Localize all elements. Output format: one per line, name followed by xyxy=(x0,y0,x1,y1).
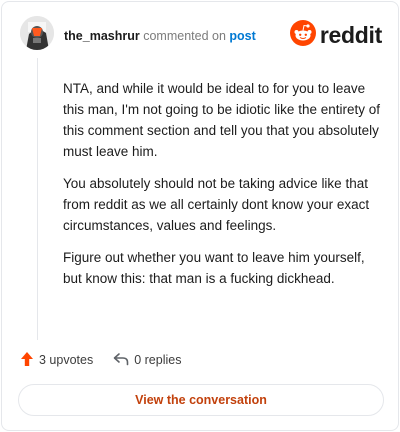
reddit-wordmark: reddit xyxy=(319,21,382,48)
reddit-logo-icon xyxy=(289,19,316,51)
upvote-arrow-icon xyxy=(20,351,34,370)
upvote-button[interactable]: 3 upvotes xyxy=(20,351,93,370)
commented-on-text: commented on xyxy=(143,29,226,43)
replies-count: 0 replies xyxy=(134,353,182,367)
author-line: the_mashrur commented on post xyxy=(64,28,256,44)
post-link[interactable]: post xyxy=(229,29,255,43)
view-conversation-button[interactable]: View the conversation xyxy=(18,384,384,416)
thread-line xyxy=(37,58,38,340)
comment-paragraph: Figure out whether you want to leave him… xyxy=(63,250,365,286)
comment-actions: 3 upvotes 0 replies xyxy=(20,350,181,370)
comment-paragraph: You absolutely should not be taking advi… xyxy=(63,176,370,233)
reply-arrow-icon xyxy=(113,352,129,369)
comment-paragraph: NTA, and while it would be ideal to for … xyxy=(63,81,380,159)
comment-body: NTA, and while it would be ideal to for … xyxy=(63,78,383,300)
upvote-count: 3 upvotes xyxy=(39,353,94,367)
comment-embed-card: the_mashrur commented on post reddit NTA… xyxy=(1,1,399,431)
reddit-logo[interactable]: reddit xyxy=(289,19,382,51)
author-name[interactable]: the_mashrur xyxy=(64,29,140,43)
comment-header: the_mashrur commented on post reddit xyxy=(20,16,382,56)
replies-button[interactable]: 0 replies xyxy=(113,352,181,369)
user-avatar-icon[interactable] xyxy=(20,16,54,50)
